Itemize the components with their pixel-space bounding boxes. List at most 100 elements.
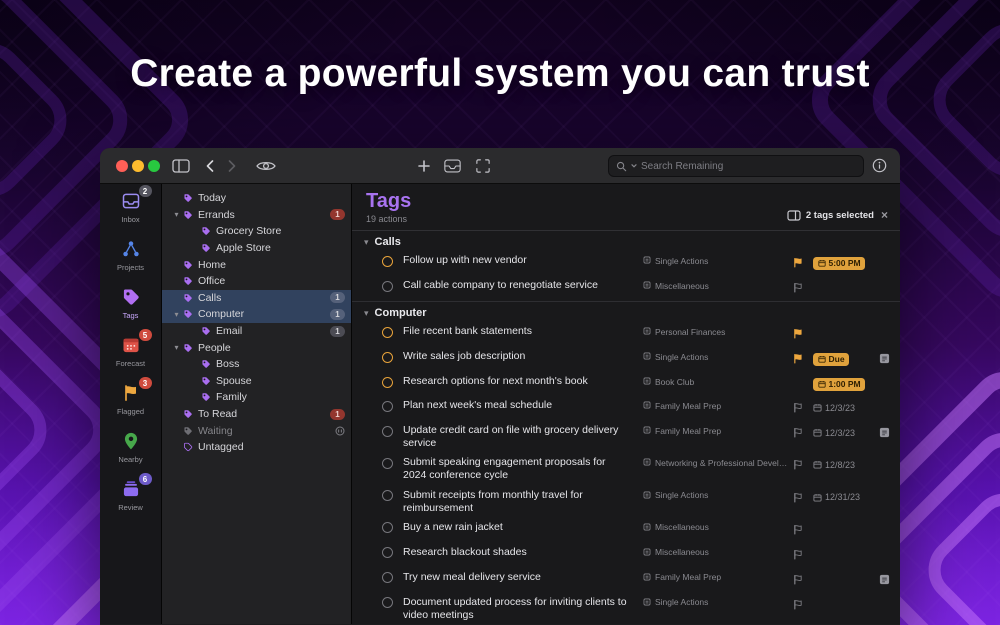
task-complete-circle[interactable] — [382, 351, 393, 363]
flag-icon[interactable] — [793, 571, 813, 590]
add-action-button[interactable] — [418, 160, 430, 172]
due-slot: Due — [813, 350, 879, 368]
tag-icon — [184, 211, 192, 219]
zoom-window-button[interactable] — [148, 160, 160, 172]
task-complete-circle[interactable] — [382, 572, 393, 584]
calendar-icon — [817, 380, 826, 388]
section-header[interactable]: ▾ Calls — [352, 231, 900, 251]
flag-icon[interactable] — [793, 546, 813, 565]
flag-icon[interactable] — [793, 254, 813, 273]
task-complete-circle[interactable] — [382, 425, 393, 437]
forward-button[interactable] — [228, 160, 236, 172]
sidebar-item-apple-store[interactable]: Apple Store — [162, 240, 351, 257]
chevron-down-icon: ▾ — [364, 236, 369, 247]
flag-icon[interactable] — [793, 350, 813, 369]
view-options-eye-icon[interactable] — [256, 160, 276, 172]
task-row[interactable]: Submit speaking engagement proposals for… — [352, 453, 900, 485]
clean-up-inbox-icon[interactable] — [444, 159, 461, 173]
flag-icon[interactable] — [793, 456, 813, 475]
flag-icon[interactable] — [793, 424, 813, 443]
rail-item-nearby[interactable]: Nearby — [100, 430, 161, 467]
task-row[interactable]: Buy a new rain jacket Miscellaneous — [352, 518, 900, 543]
flag-icon[interactable] — [793, 279, 813, 298]
sidebar-item-computer[interactable]: ▾ Computer 1 — [162, 306, 351, 323]
task-complete-circle[interactable] — [382, 490, 393, 501]
sidebar-item-errands[interactable]: ▾ Errands 1 — [162, 207, 351, 224]
task-complete-circle[interactable] — [382, 376, 393, 388]
sidebar-item-office[interactable]: Office — [162, 273, 351, 290]
task-complete-circle[interactable] — [382, 400, 393, 412]
section-title: Calls — [374, 236, 401, 248]
rail-item-tags[interactable]: Tags — [100, 286, 161, 323]
task-complete-circle[interactable] — [382, 326, 393, 338]
task-row[interactable]: Call cable company to renegotiate servic… — [352, 276, 900, 301]
sidebar-item-spouse[interactable]: Spouse — [162, 373, 351, 390]
project-type-icon — [643, 491, 651, 498]
sidebar-item-to-read[interactable]: To Read 1 — [162, 406, 351, 423]
flag-icon[interactable] — [793, 521, 813, 540]
sidebar-item-family[interactable]: Family — [162, 389, 351, 406]
sidebar-item-untagged[interactable]: Untagged — [162, 439, 351, 456]
task-complete-circle[interactable] — [382, 522, 393, 534]
task-complete-circle[interactable] — [382, 597, 393, 609]
task-row[interactable]: Plan next week's meal schedule Family Me… — [352, 396, 900, 421]
note-icon[interactable] — [879, 424, 890, 443]
task-row[interactable]: Follow up with new vendor Single Actions… — [352, 251, 900, 276]
sidebar-item-label: Waiting — [198, 424, 233, 437]
rail-item-flagged[interactable]: 3 Flagged — [100, 377, 161, 419]
project-type-icon — [643, 352, 651, 360]
rail-item-forecast[interactable]: 5 Forecast — [100, 329, 161, 371]
task-row[interactable]: Update credit card on file with grocery … — [352, 421, 900, 453]
due-slot: 12/3/23 — [813, 424, 879, 442]
close-window-button[interactable] — [116, 160, 128, 172]
task-complete-circle[interactable] — [382, 547, 393, 559]
sidebar-item-email[interactable]: Email 1 — [162, 323, 351, 340]
flag-icon[interactable] — [793, 325, 813, 344]
action-count: 19 actions — [366, 214, 408, 224]
task-row[interactable]: Research options for next month's book B… — [352, 372, 900, 396]
task-complete-circle[interactable] — [382, 280, 393, 292]
task-row[interactable]: Write sales job description Single Actio… — [352, 347, 900, 372]
sidebar-item-home[interactable]: Home — [162, 256, 351, 273]
chevron-down-icon[interactable]: ▾ — [170, 310, 183, 319]
sidebar-item-grocery-store[interactable]: Grocery Store — [162, 223, 351, 240]
flag-icon[interactable] — [793, 489, 813, 508]
task-row[interactable]: Research blackout shades Miscellaneous — [352, 543, 900, 568]
focus-button[interactable] — [476, 159, 490, 173]
task-row[interactable]: Try new meal delivery service Family Mea… — [352, 568, 900, 593]
flag-icon[interactable] — [793, 596, 813, 615]
toggle-sidebar-button[interactable] — [172, 159, 190, 173]
rail-item-projects[interactable]: Projects — [100, 238, 161, 275]
project-type-icon — [643, 327, 651, 335]
task-row[interactable]: Document updated process for inviting cl… — [352, 593, 900, 624]
search-field[interactable] — [608, 155, 864, 177]
task-complete-circle[interactable] — [382, 457, 393, 469]
note-icon[interactable] — [879, 571, 890, 590]
chevron-down-icon[interactable]: ▾ — [170, 210, 183, 219]
title-bar[interactable] — [100, 148, 900, 184]
section-header[interactable]: ▾ Computer — [352, 301, 900, 322]
sidebar-item-waiting[interactable]: Waiting — [162, 422, 351, 439]
close-icon[interactable]: × — [881, 208, 888, 222]
project-type-icon — [643, 548, 651, 556]
back-button[interactable] — [206, 160, 214, 172]
task-row[interactable]: File recent bank statements Personal Fin… — [352, 322, 900, 347]
sidebar-item-label: People — [198, 341, 231, 354]
task-title: Update credit card on file with grocery … — [403, 424, 619, 450]
minimize-window-button[interactable] — [132, 160, 144, 172]
rail-item-review[interactable]: 6 Review — [100, 473, 161, 515]
flag-icon[interactable] — [793, 399, 813, 418]
task-complete-circle[interactable] — [382, 255, 393, 267]
task-project: Single Actions — [643, 489, 793, 500]
note-icon[interactable] — [879, 350, 890, 369]
sidebar-item-today[interactable]: Today — [162, 190, 351, 207]
rail-item-inbox[interactable]: 2 Inbox — [100, 185, 161, 227]
sidebar-item-calls[interactable]: Calls 1 — [162, 289, 351, 307]
chevron-down-icon[interactable]: ▾ — [170, 343, 183, 352]
due-time-badge: 1:00 PM — [813, 377, 866, 391]
task-row[interactable]: Submit receipts from monthly travel for … — [352, 486, 900, 518]
sidebar-item-people[interactable]: ▾ People — [162, 339, 351, 356]
search-input[interactable] — [641, 160, 856, 172]
info-button[interactable] — [872, 158, 887, 173]
sidebar-item-boss[interactable]: Boss — [162, 356, 351, 373]
